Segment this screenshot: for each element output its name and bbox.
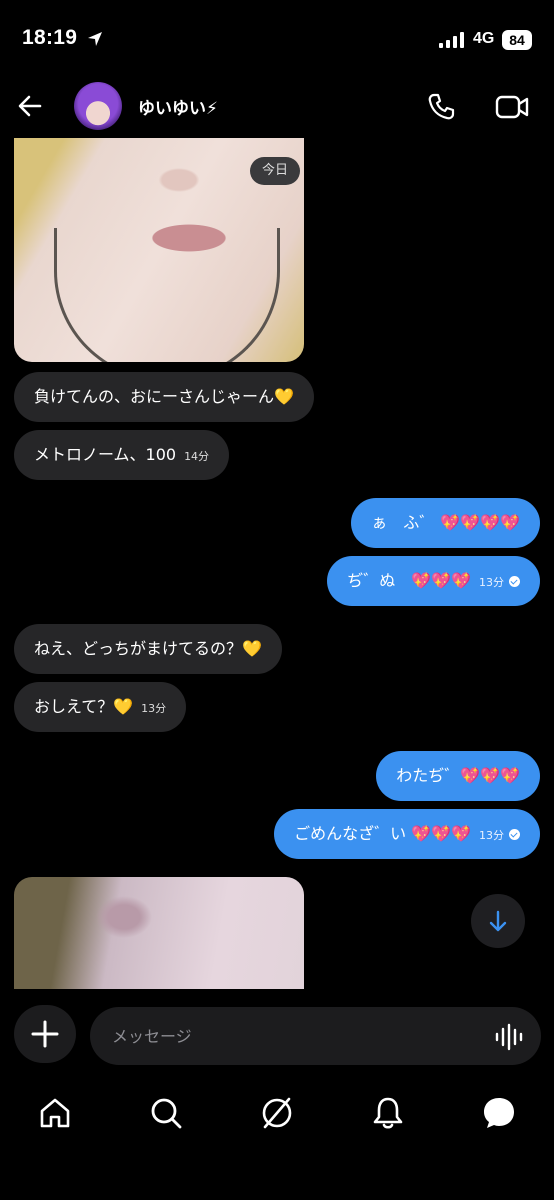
message-text: 負けてんの、おにーさんじゃーん💛 xyxy=(34,387,294,406)
signal-bars-icon xyxy=(439,32,464,48)
explore-icon[interactable] xyxy=(259,1095,295,1131)
message-text: ごめんなざ゛い 💖💖💖 xyxy=(294,824,471,843)
location-arrow-icon xyxy=(88,32,102,46)
message-text: おしえて？💛 xyxy=(34,697,134,716)
arrow-down-icon xyxy=(489,910,507,932)
read-check-icon xyxy=(509,576,520,587)
message-bubble-incoming[interactable]: おしえて？💛 13分 xyxy=(14,682,187,732)
photo-content xyxy=(54,228,280,362)
message-bubble-incoming[interactable]: ねえ、どっちがまけてるの？💛 xyxy=(14,624,282,674)
message-time: 13分 xyxy=(141,702,167,715)
avatar[interactable] xyxy=(74,82,122,130)
message-input[interactable] xyxy=(90,1007,541,1065)
bell-icon[interactable] xyxy=(370,1095,406,1131)
message-bubble-outgoing[interactable]: わたぢ゛💖💖💖 xyxy=(376,751,540,801)
message-time: 13分 xyxy=(479,576,504,589)
plus-icon xyxy=(31,1020,59,1048)
message-bubble-incoming[interactable]: 負けてんの、おにーさんじゃーん💛 xyxy=(14,372,314,422)
message-bubble-outgoing[interactable]: ぁ ふ゛ 💖💖💖💖 xyxy=(351,498,540,548)
message-bubble-outgoing[interactable]: ぢ゛ぬ 💖💖💖 13分 xyxy=(327,556,540,606)
voice-wave-icon[interactable] xyxy=(494,1023,524,1051)
date-badge: 今日 xyxy=(250,157,301,185)
home-indicator xyxy=(185,1182,369,1188)
message-bubble-outgoing[interactable]: ごめんなざ゛い 💖💖💖 13分 xyxy=(274,809,540,859)
battery-indicator: 84 xyxy=(502,30,532,50)
video-camera-icon[interactable] xyxy=(495,94,529,120)
scroll-to-bottom-button[interactable] xyxy=(471,894,525,948)
network-label: 4G xyxy=(473,30,495,47)
status-time: 18:19 xyxy=(22,26,78,49)
add-attachment-button[interactable] xyxy=(14,1005,76,1063)
bottom-tab-bar xyxy=(0,1085,554,1145)
message-bubble-incoming[interactable]: メトロノーム、100 14分 xyxy=(14,430,230,480)
status-bar: 18:19 4G 84 xyxy=(0,0,554,80)
search-icon[interactable] xyxy=(148,1095,184,1131)
phone-icon[interactable] xyxy=(426,92,456,122)
message-time: 13分 xyxy=(479,829,504,842)
home-icon[interactable] xyxy=(37,1095,73,1131)
chat-icon[interactable] xyxy=(481,1095,517,1131)
message-time: 14分 xyxy=(184,450,210,463)
message-text: ぁ ふ゛ 💖💖💖💖 xyxy=(371,513,520,532)
back-arrow-icon[interactable] xyxy=(16,92,44,120)
message-text: メトロノーム、100 xyxy=(34,445,177,464)
message-composer xyxy=(0,1005,554,1067)
photo-message[interactable] xyxy=(14,877,304,989)
read-check-icon xyxy=(509,829,520,840)
message-text: ぢ゛ぬ 💖💖💖 xyxy=(347,571,471,590)
message-text: わたぢ゛💖💖💖 xyxy=(396,766,520,785)
contact-name[interactable]: ゆいゆい⚡ xyxy=(138,94,218,119)
message-text: ねえ、どっちがまけてるの？💛 xyxy=(34,639,262,658)
chat-header: ゆいゆい⚡ xyxy=(0,80,554,136)
